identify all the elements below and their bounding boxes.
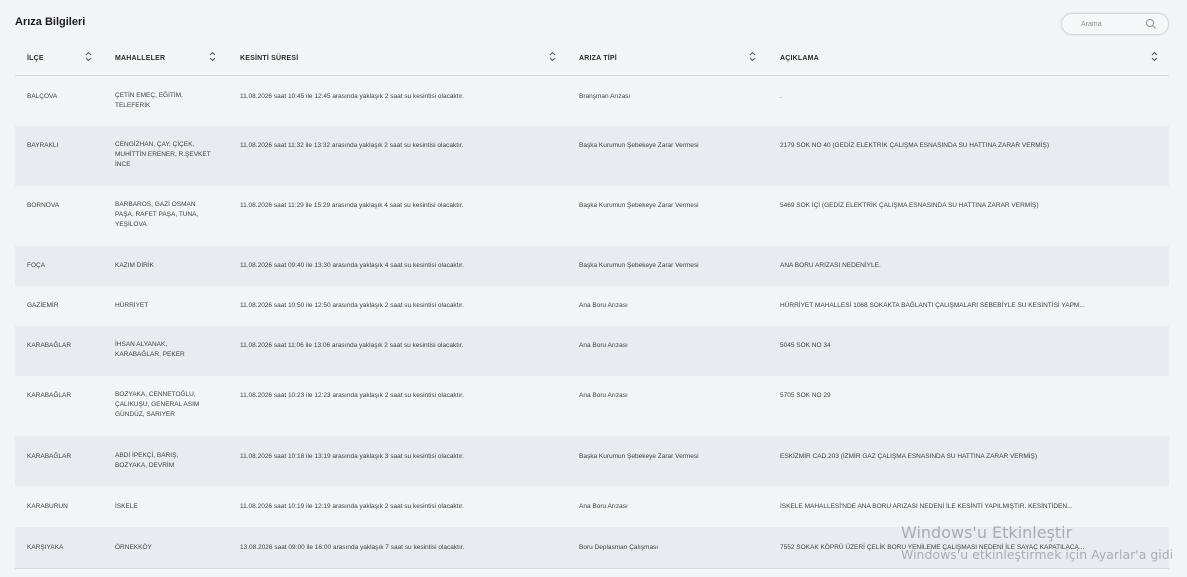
table-header: İLÇE MAHALLELER KESİNTİ SÜRESİ ARIZA TİP… bbox=[15, 42, 1169, 76]
cell-mahalleler: ÖRNEKKÖY bbox=[115, 544, 152, 551]
column-header-kesinti-suresi[interactable]: KESİNTİ SÜRESİ bbox=[240, 42, 298, 75]
search-input[interactable] bbox=[1081, 18, 1141, 31]
cell-aciklama: 2179 SOK NO 40 (GEDİZ ELEKTRİK ÇALIŞMA E… bbox=[780, 142, 1049, 149]
cell-kesinti: 11.08.2026 saat 10:45 ile 12:45 arasında… bbox=[240, 93, 464, 100]
cell-mahalleler: ABDİ İPEKÇİ, BARIŞ, BOZYAKA, DEVRİM bbox=[115, 452, 179, 469]
cell-ariza-tipi: Ana Boru Arızası bbox=[579, 503, 628, 510]
cell-kesinti: 11.08.2026 saat 11:06 ile 13:06 arasında… bbox=[240, 342, 464, 349]
cell-aciklama: ESKİZMİR CAD.203 (İZMİR GAZ ÇALIŞMA ESNA… bbox=[780, 453, 1038, 460]
cell-aciklama: İSKELE MAHALLESİ'NDE ANA BORU ARIZASI NE… bbox=[780, 503, 1073, 510]
table-bottom-divider bbox=[15, 568, 1169, 569]
cell-mahalleler: İSKELE bbox=[115, 503, 138, 510]
cell-kesinti: 11.08.2026 saat 10:19 ile 12:19 arasında… bbox=[240, 503, 464, 510]
cell-ariza-tipi: Ana Boru Arızası bbox=[579, 302, 628, 309]
cell-ariza-tipi: Başka Kurumun Şebekeye Zarar Vermesi bbox=[579, 262, 699, 269]
column-header-ariza-tipi[interactable]: ARIZA TİPİ bbox=[579, 42, 617, 75]
cell-ilce: FOÇA bbox=[27, 262, 46, 269]
cell-ilce: BALÇOVA bbox=[27, 93, 58, 100]
cell-ariza-tipi: Başka Kurumun Şebekeye Zarar Vermesi bbox=[579, 453, 699, 460]
table-row[interactable]: GAZİEMİR HÜRRİYET 11.08.2026 saat 10:50 … bbox=[15, 286, 1169, 326]
cell-aciklama: ANA BORU ARIZASI NEDENİYLE. bbox=[780, 262, 881, 269]
table-row[interactable]: KARABAĞLAR İHSAN ALYANAK, KARABAĞLAR, PEK… bbox=[15, 326, 1169, 376]
cell-ilce: KARABAĞLAR bbox=[27, 342, 72, 349]
cell-ariza-tipi: Boru Deplasman Çalışması bbox=[579, 544, 659, 551]
table-row[interactable]: KARABAĞLAR BOZYAKA, CENNETOĞLU, ÇALIKUŞU,… bbox=[15, 376, 1169, 436]
cell-ilce: KARABAĞLAR bbox=[27, 453, 72, 460]
cell-aciklama: HÜRRİYET MAHALLESİ 1068 SOKAKTA BAĞLANTI… bbox=[780, 302, 1085, 309]
table-row[interactable]: BAYRAKLI CENGİZHAN, ÇAY, ÇİÇEK, MUHİTTİN … bbox=[15, 126, 1169, 186]
fault-info-panel: Arıza Bilgileri İLÇE MAHALLELER KESİNTİ … bbox=[0, 0, 1187, 577]
cell-kesinti: 11.08.2026 saat 10:50 ile 12:50 arasında… bbox=[240, 302, 464, 309]
sort-icon[interactable] bbox=[548, 50, 557, 63]
table-row[interactable]: KARABAĞLAR ABDİ İPEKÇİ, BARIŞ, BOZYAKA, D… bbox=[15, 436, 1169, 486]
column-header-ilce[interactable]: İLÇE bbox=[27, 42, 44, 75]
table-row[interactable]: FOÇA KAZIM DİRİK 11.08.2026 saat 09:40 i… bbox=[15, 246, 1169, 286]
cell-ilce: BORNOVA bbox=[27, 202, 60, 209]
cell-ariza-tipi: Ana Boru Arızası bbox=[579, 342, 628, 349]
page-title: Arıza Bilgileri bbox=[15, 16, 86, 28]
cell-kesinti: 11.08.2026 saat 09:40 ile 13:30 arasında… bbox=[240, 262, 464, 269]
cell-kesinti: 13.08.2026 saat 09:00 ile 16:00 arasında… bbox=[240, 544, 465, 551]
cell-ilce: BAYRAKLI bbox=[27, 142, 59, 149]
cell-mahalleler: HÜRRİYET bbox=[115, 302, 149, 309]
cell-aciklama: 5705 SOK NO 29 bbox=[780, 392, 831, 399]
cell-ariza-tipi: Başka Kurumun Şebekeye Zarar Vermesi bbox=[579, 142, 699, 149]
cell-mahalleler: BOZYAKA, CENNETOĞLU, ÇALIKUŞU, GENERAL AS… bbox=[115, 391, 200, 418]
table-row[interactable]: BORNOVA BARBAROS, GAZİ OSMAN PAŞA, RAFET … bbox=[15, 186, 1169, 246]
table-row[interactable]: KARABURUN İSKELE 11.08.2026 saat 10:19 i… bbox=[15, 486, 1169, 527]
cell-aciklama: . bbox=[780, 93, 782, 100]
cell-mahalleler: CENGİZHAN, ÇAY, ÇİÇEK, MUHİTTİN ERENER, R… bbox=[115, 141, 211, 168]
cell-mahalleler: BARBAROS, GAZİ OSMAN PAŞA, RAFET PAŞA, TU… bbox=[115, 201, 199, 228]
cell-aciklama: 5469 SOK İÇİ (GEDİZ ELEKTRİK ÇALIŞMA ESN… bbox=[780, 202, 1039, 209]
cell-kesinti: 11.08.2026 saat 11:29 ile 15:29 arasında… bbox=[240, 202, 464, 209]
cell-ilce: KARŞIYAKA bbox=[27, 544, 64, 551]
sort-icon[interactable] bbox=[84, 50, 93, 63]
search-icon[interactable] bbox=[1145, 18, 1157, 30]
activation-watermark-subtitle: Windows'u etkinleştirmek için Ayarlar'a … bbox=[901, 547, 1174, 562]
sort-icon[interactable] bbox=[748, 50, 757, 63]
cell-kesinti: 11.08.2026 saat 10:18 ile 13:19 arasında… bbox=[240, 453, 464, 460]
table-row[interactable]: BALÇOVA ÇETİN EMEÇ, EĞİTİM, TELEFERİK 11.… bbox=[15, 77, 1169, 126]
cell-ariza-tipi: Ana Boru Arızası bbox=[579, 392, 628, 399]
cell-ilce: KARABAĞLAR bbox=[27, 392, 72, 399]
sort-icon[interactable] bbox=[1150, 50, 1159, 63]
cell-mahalleler: İHSAN ALYANAK, KARABAĞLAR, PEKER bbox=[115, 341, 185, 358]
cell-ariza-tipi: Branşman Arızası bbox=[579, 93, 631, 100]
column-header-aciklama[interactable]: AÇIKLAMA bbox=[780, 42, 819, 75]
cell-kesinti: 11.08.2026 saat 11:32 ile 13:32 arasında… bbox=[240, 142, 464, 149]
cell-mahalleler: ÇETİN EMEÇ, EĞİTİM, TELEFERİK bbox=[115, 92, 183, 109]
column-header-mahalleler[interactable]: MAHALLELER bbox=[115, 42, 165, 75]
cell-ilce: GAZİEMİR bbox=[27, 302, 59, 309]
sort-icon[interactable] bbox=[208, 50, 217, 63]
cell-ilce: KARABURUN bbox=[27, 503, 68, 510]
cell-aciklama: 5045 SOK NO 34 bbox=[780, 342, 831, 349]
cell-ariza-tipi: Başka Kurumun Şebekeye Zarar Vermesi bbox=[579, 202, 699, 209]
cell-mahalleler: KAZIM DİRİK bbox=[115, 262, 155, 269]
cell-kesinti: 11.08.2026 saat 10:23 ile 12:23 arasında… bbox=[240, 392, 464, 399]
activation-watermark-title: Windows'u Etkinleştir bbox=[901, 523, 1073, 542]
search-box[interactable] bbox=[1061, 13, 1169, 35]
